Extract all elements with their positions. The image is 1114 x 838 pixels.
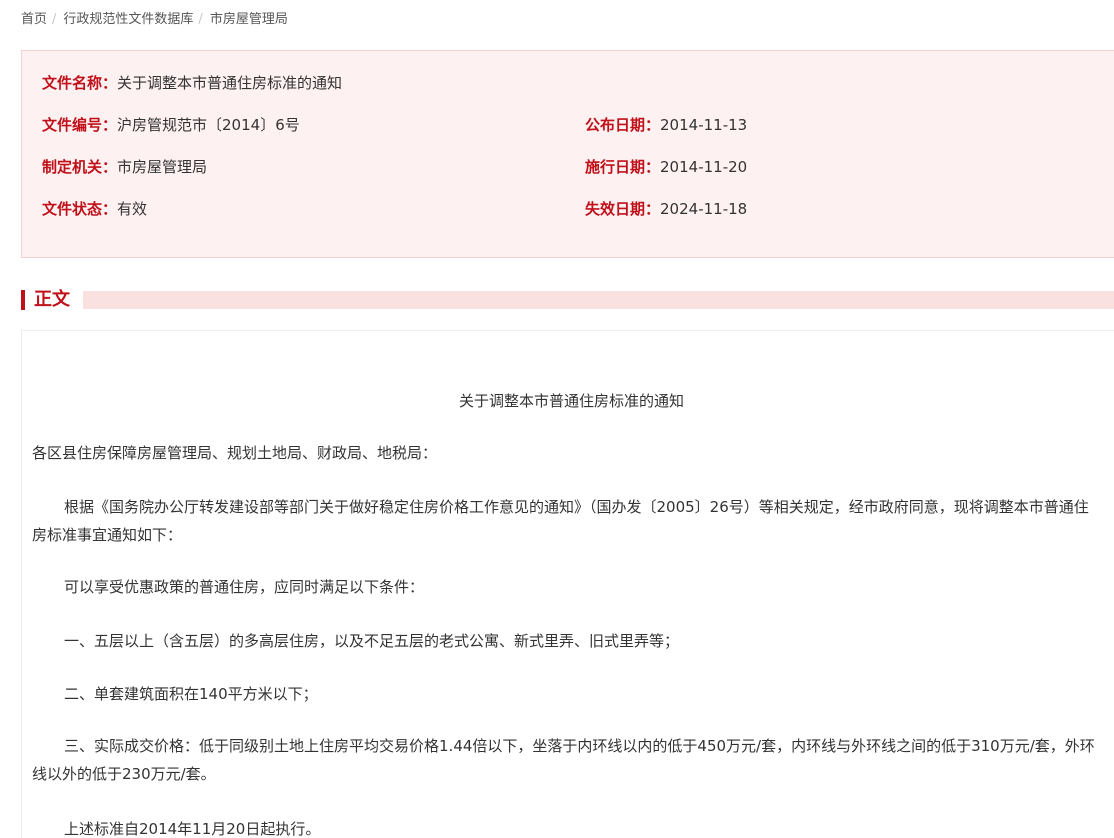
info-expiry-date: 失效日期：2024-11-18 (585, 197, 747, 221)
section-accent-bar (21, 290, 25, 310)
body-paragraph: 二、单套建筑面积在140平方米以下； (64, 685, 318, 703)
body-paragraph: 一、五层以上（含五层）的多高层住房，以及不足五层的老式公寓、新式里弄、旧式里弄等… (64, 632, 680, 650)
body-paragraph: 三、实际成交价格：低于同级别土地上住房平均交易价格1.44倍以下，坐落于内环线以… (32, 737, 1095, 783)
info-label: 制定机关： (42, 158, 118, 176)
info-value: 2014-11-13 (660, 116, 748, 134)
info-value: 沪房管规范市〔2014〕6号 (117, 116, 300, 134)
info-document-name: 文件名称：关于调整本市普通住房标准的通知 (42, 71, 342, 95)
body-paragraph: 可以享受优惠政策的普通住房，应同时满足以下条件： (64, 578, 425, 596)
document-body: 关于调整本市普通住房标准的通知 各区县住房保障房屋管理局、规划土地局、财政局、地… (21, 330, 1114, 838)
breadcrumb-database-link[interactable]: 行政规范性文件数据库 (63, 12, 193, 27)
breadcrumb-separator: / (198, 12, 203, 27)
breadcrumb: 首页 / 行政规范性文件数据库 / 市房屋管理局 (21, 10, 288, 30)
info-effective-date: 施行日期：2014-11-20 (585, 155, 747, 179)
page: 首页 / 行政规范性文件数据库 / 市房屋管理局 文件名称：关于调整本市普通住房标准的通… (0, 0, 1114, 838)
info-label: 文件名称： (42, 74, 118, 92)
info-issuing-agency: 制定机关：市房屋管理局 (42, 155, 207, 179)
breadcrumb-agency-link[interactable]: 市房屋管理局 (210, 12, 288, 27)
info-publish-date: 公布日期：2014-11-13 (585, 113, 747, 137)
breadcrumb-separator: / (52, 12, 57, 27)
breadcrumb-home-link[interactable]: 首页 (21, 12, 47, 27)
info-document-status: 文件状态：有效 (42, 197, 147, 221)
addressee-paragraph: 各区县住房保障房屋管理局、规划土地局、财政局、地税局： (32, 444, 438, 462)
info-label: 施行日期： (585, 158, 661, 176)
info-label: 公布日期： (585, 116, 661, 134)
document-info-panel: 文件名称：关于调整本市普通住房标准的通知 文件编号：沪房管规范市〔2014〕6号… (21, 50, 1114, 258)
info-document-number: 文件编号：沪房管规范市〔2014〕6号 (42, 113, 300, 137)
section-header: 正文 (21, 289, 1114, 311)
section-title: 正文 (34, 289, 70, 310)
body-paragraph: 根据《国务院办公厅转发建设部等部门关于做好稳定住房价格工作意见的通知》（国办发〔… (32, 498, 1089, 544)
info-label: 失效日期： (585, 200, 661, 218)
info-value: 2024-11-18 (660, 200, 748, 218)
section-divider (83, 291, 1114, 309)
body-paragraph: 上述标准自2014年11月20日起执行。 (64, 820, 321, 838)
info-value: 有效 (117, 200, 148, 218)
info-label: 文件编号： (42, 116, 118, 134)
info-value: 关于调整本市普通住房标准的通知 (117, 74, 343, 92)
info-label: 文件状态： (42, 200, 118, 218)
info-value: 2014-11-20 (660, 158, 748, 176)
document-title: 关于调整本市普通住房标准的通知 (458, 392, 684, 410)
info-value: 市房屋管理局 (117, 158, 208, 176)
